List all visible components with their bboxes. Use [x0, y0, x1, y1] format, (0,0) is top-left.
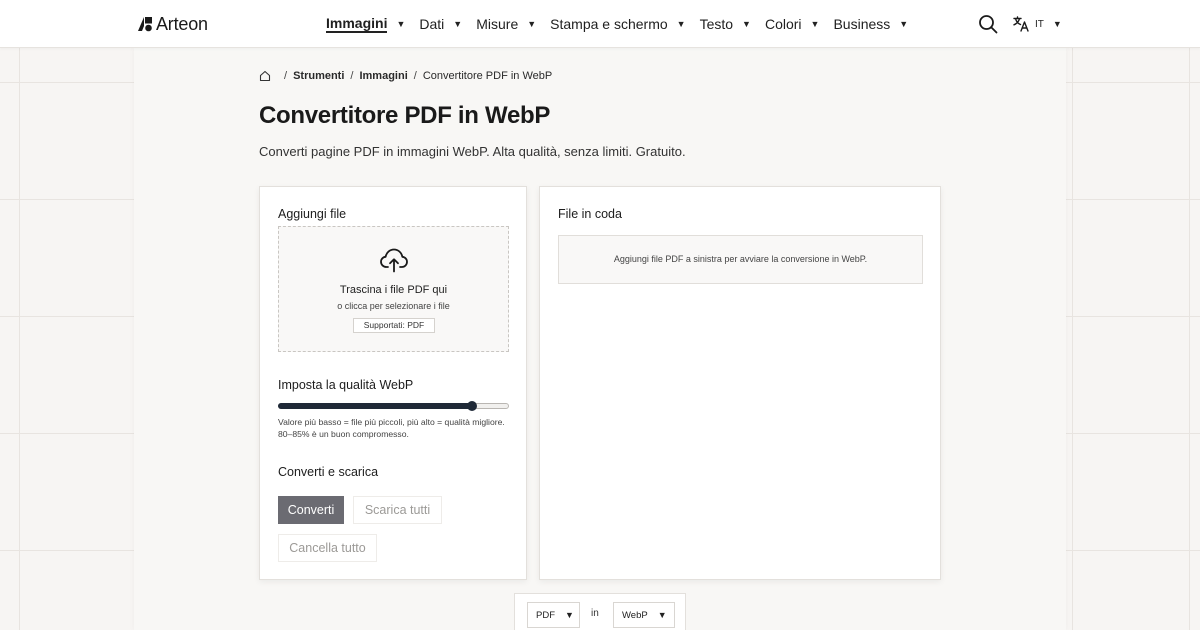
page-title: Convertitore PDF in WebP — [259, 102, 551, 129]
chevron-down-icon: ▼ — [899, 19, 909, 29]
queue-panel: File in coda Aggiungi file PDF a sinistr… — [539, 186, 941, 580]
breadcrumb-strumenti[interactable]: Strumenti — [293, 70, 344, 82]
cloud-upload-icon — [380, 248, 408, 273]
chevron-down-icon: ▼ — [676, 19, 686, 29]
search-icon[interactable] — [978, 14, 998, 34]
main-nav: Immagini ▼ Dati ▼ Misure ▼ Stampa e sche… — [326, 0, 922, 48]
breadcrumb-separator: / — [413, 70, 417, 82]
download-all-button[interactable]: Scarica tutti — [353, 496, 442, 524]
chevron-down-icon: ▼ — [1052, 19, 1062, 29]
breadcrumb-immagini[interactable]: Immagini — [359, 70, 407, 82]
converter-panel: Aggiungi file Trascina i file PDF qui o … — [259, 186, 527, 580]
format-joiner: in — [591, 608, 599, 619]
file-dropzone[interactable]: Trascina i file PDF qui o clicca per sel… — [278, 226, 509, 352]
breadcrumb-current: Convertitore PDF in WebP — [422, 70, 553, 82]
nav-item-colori[interactable]: Colori ▼ — [765, 0, 820, 48]
chevron-down-icon: ▼ — [453, 19, 463, 29]
source-format-value: PDF — [536, 609, 555, 621]
quality-hint: Valore più basso = file più piccoli, più… — [278, 417, 505, 439]
convert-button[interactable]: Converti — [278, 496, 344, 524]
dropzone-subtitle: o clicca per selezionare i file — [337, 301, 450, 311]
nav-item-misure[interactable]: Misure ▼ — [476, 0, 536, 48]
translate-icon — [1013, 16, 1029, 32]
brand-logo[interactable]: Arteon — [137, 13, 208, 35]
brand-name: Arteon — [156, 13, 208, 34]
home-icon[interactable] — [259, 70, 271, 82]
chevron-down-icon: ▼ — [396, 19, 406, 29]
chevron-down-icon: ▼ — [742, 19, 751, 29]
clear-all-button[interactable]: Cancella tutto — [278, 534, 377, 562]
nav-item-business[interactable]: Business ▼ — [833, 0, 908, 48]
arteon-logo-icon — [138, 17, 152, 32]
main-content: / Strumenti / Immagini / Convertitore PD… — [134, 48, 1066, 630]
nav-item-testo[interactable]: Testo ▼ — [700, 0, 751, 48]
nav-item-label: Dati — [419, 15, 445, 32]
chevron-down-icon: ▼ — [527, 19, 537, 29]
supported-formats-badge: Supportati: PDF — [353, 318, 435, 333]
nav-item-label: Stampa e schermo — [550, 15, 668, 32]
source-format-select[interactable]: PDF ▼ — [527, 602, 580, 628]
nav-item-dati[interactable]: Dati ▼ — [419, 0, 462, 48]
dropzone-title: Trascina i file PDF qui — [339, 284, 448, 296]
nav-item-label: Immagini — [326, 15, 388, 33]
nav-item-label: Business — [833, 15, 891, 32]
target-format-value: WebP — [622, 609, 648, 621]
nav-item-label: Colori — [764, 15, 802, 32]
breadcrumb-separator: / — [284, 70, 288, 82]
breadcrumb-separator: / — [350, 70, 354, 82]
chevron-down-icon: ▼ — [810, 19, 820, 29]
language-selector[interactable]: IT ▼ — [1012, 13, 1062, 35]
target-format-select[interactable]: WebP ▼ — [613, 602, 675, 628]
quality-slider[interactable] — [278, 401, 509, 411]
queue-empty-state: Aggiungi file PDF a sinistra per avviare… — [558, 235, 923, 284]
chevron-down-icon: ▼ — [565, 610, 574, 620]
top-navigation-bar: Arteon Immagini ▼ Dati ▼ Misure ▼ Stampa… — [0, 0, 1200, 48]
queue-heading: File in coda — [558, 207, 622, 221]
language-code: IT — [1035, 18, 1044, 30]
nav-item-immagini[interactable]: Immagini ▼ — [326, 0, 405, 48]
actions-heading: Converti e scarica — [278, 465, 379, 479]
upload-heading: Aggiungi file — [278, 207, 347, 221]
slider-fill — [278, 403, 472, 409]
format-switcher: PDF ▼ in WebP ▼ — [514, 593, 686, 630]
quality-heading: Imposta la qualità WebP — [278, 378, 414, 392]
nav-item-label: Misure — [476, 15, 519, 32]
breadcrumb: / Strumenti / Immagini / Convertitore PD… — [259, 68, 552, 84]
nav-item-label: Testo — [699, 15, 734, 32]
slider-thumb[interactable] — [467, 401, 477, 411]
nav-item-stampa-e-schermo[interactable]: Stampa e schermo ▼ — [550, 0, 685, 48]
page-subtitle: Converti pagine PDF in immagini WebP. Al… — [259, 144, 686, 159]
chevron-down-icon: ▼ — [657, 610, 667, 620]
